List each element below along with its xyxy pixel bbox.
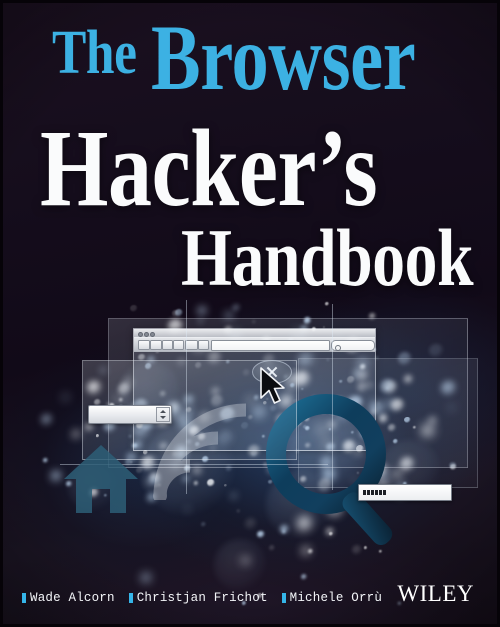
author-name: Wade Alcorn xyxy=(30,591,115,605)
title-line-the: The xyxy=(52,19,137,87)
author-name: Christjan Frichot xyxy=(136,591,268,605)
author-christjan-frichot: Christjan Frichot xyxy=(128,591,268,605)
author-name: Michele Orrù xyxy=(289,591,383,605)
author-bullet-icon xyxy=(281,593,286,603)
publisher-logo: WILEY xyxy=(397,581,474,606)
author-wade-alcorn: Wade Alcorn xyxy=(22,591,115,605)
author-bullet-icon xyxy=(128,593,133,603)
author-michele-orru: Michele Orrù xyxy=(281,591,383,605)
title-line-handbook: Handbook xyxy=(181,212,474,303)
title-line-hackers: Hacker’s xyxy=(40,107,378,229)
book-cover: The Browser Hacker’s Handbook Wade Alcor… xyxy=(0,0,500,627)
author-list: Wade Alcorn Christjan Frichot Michele Or… xyxy=(22,591,382,605)
author-bullet-icon xyxy=(22,593,26,603)
title-line-browser: Browser xyxy=(151,7,416,110)
